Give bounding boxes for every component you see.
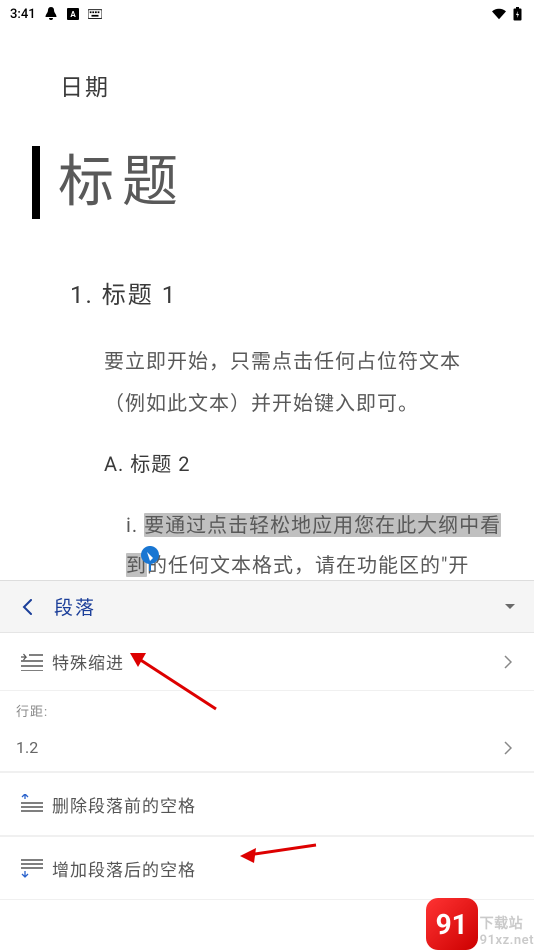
date-placeholder[interactable]: 日期 <box>60 68 502 102</box>
app-icon: A <box>66 7 80 21</box>
svg-text:A: A <box>70 10 76 19</box>
chevron-right-icon <box>498 655 518 669</box>
remove-space-before-row[interactable]: 删除段落前的空格 <box>0 772 534 836</box>
wifi-icon <box>492 7 506 21</box>
list-prefix: i. <box>126 513 144 537</box>
special-indent-icon <box>16 653 48 671</box>
heading-1[interactable]: 1. 标题 1 <box>70 275 502 310</box>
status-right <box>492 7 524 21</box>
line-spacing-value: 1.2 <box>16 738 498 757</box>
notification-icon <box>44 7 58 21</box>
status-time: 3:41 <box>10 7 36 22</box>
paragraph-panel: 段落 特殊缩进 行距: 1.2 删除段落前的空格 增加段落后的空格 <box>0 580 534 950</box>
status-left: 3:41 A <box>10 7 102 22</box>
chevron-left-icon <box>22 599 32 615</box>
battery-icon <box>510 7 524 21</box>
watermark: 91 下载站 91xz.net <box>426 898 534 950</box>
back-button[interactable] <box>0 581 54 633</box>
keyboard-icon <box>88 7 102 21</box>
watermark-text: 下载站 91xz.net <box>480 913 534 948</box>
status-bar: 3:41 A <box>0 0 534 28</box>
title-section: 标题 <box>32 146 502 219</box>
heading-2[interactable]: A. 标题 2 <box>104 448 502 477</box>
panel-header: 段落 <box>0 581 534 633</box>
selected-text-line1[interactable]: 要通过点击轻松地应用您在此大纲中看 <box>144 513 501 537</box>
remove-space-before-label: 删除段落前的空格 <box>52 792 518 817</box>
watermark-logo: 91 <box>426 898 478 950</box>
paragraph-2[interactable]: i. 要通过点击轻松地应用您在此大纲中看 到的任何文本格式，请在功能区的"开 <box>126 505 502 580</box>
line-spacing-row[interactable]: 1.2 <box>0 724 534 772</box>
add-space-after-label: 增加段落后的空格 <box>52 856 518 881</box>
special-indent-row[interactable]: 特殊缩进 <box>0 633 534 691</box>
panel-expand-button[interactable] <box>486 581 534 633</box>
remove-space-before-icon <box>16 794 48 814</box>
text-cursor-icon <box>140 545 160 571</box>
paragraph-1[interactable]: 要立即开始，只需点击任何占位符文本（例如此文本）并开始键入即可。 <box>104 340 502 424</box>
chevron-right-icon <box>498 741 518 755</box>
chevron-down-icon <box>504 603 516 611</box>
title-accent-bar <box>32 146 40 219</box>
special-indent-label: 特殊缩进 <box>52 649 498 674</box>
add-space-after-row[interactable]: 增加段落后的空格 <box>0 836 534 900</box>
add-space-after-icon <box>16 858 48 878</box>
line-spacing-label: 行距: <box>0 691 534 724</box>
paragraph-2-rest[interactable]: 的任何文本格式，请在功能区的"开 <box>147 553 469 577</box>
document-title[interactable]: 标题 <box>58 146 186 219</box>
document-area[interactable]: 日期 标题 1. 标题 1 要立即开始，只需点击任何占位符文本（例如此文本）并开… <box>0 28 534 580</box>
panel-title: 段落 <box>54 593 486 620</box>
